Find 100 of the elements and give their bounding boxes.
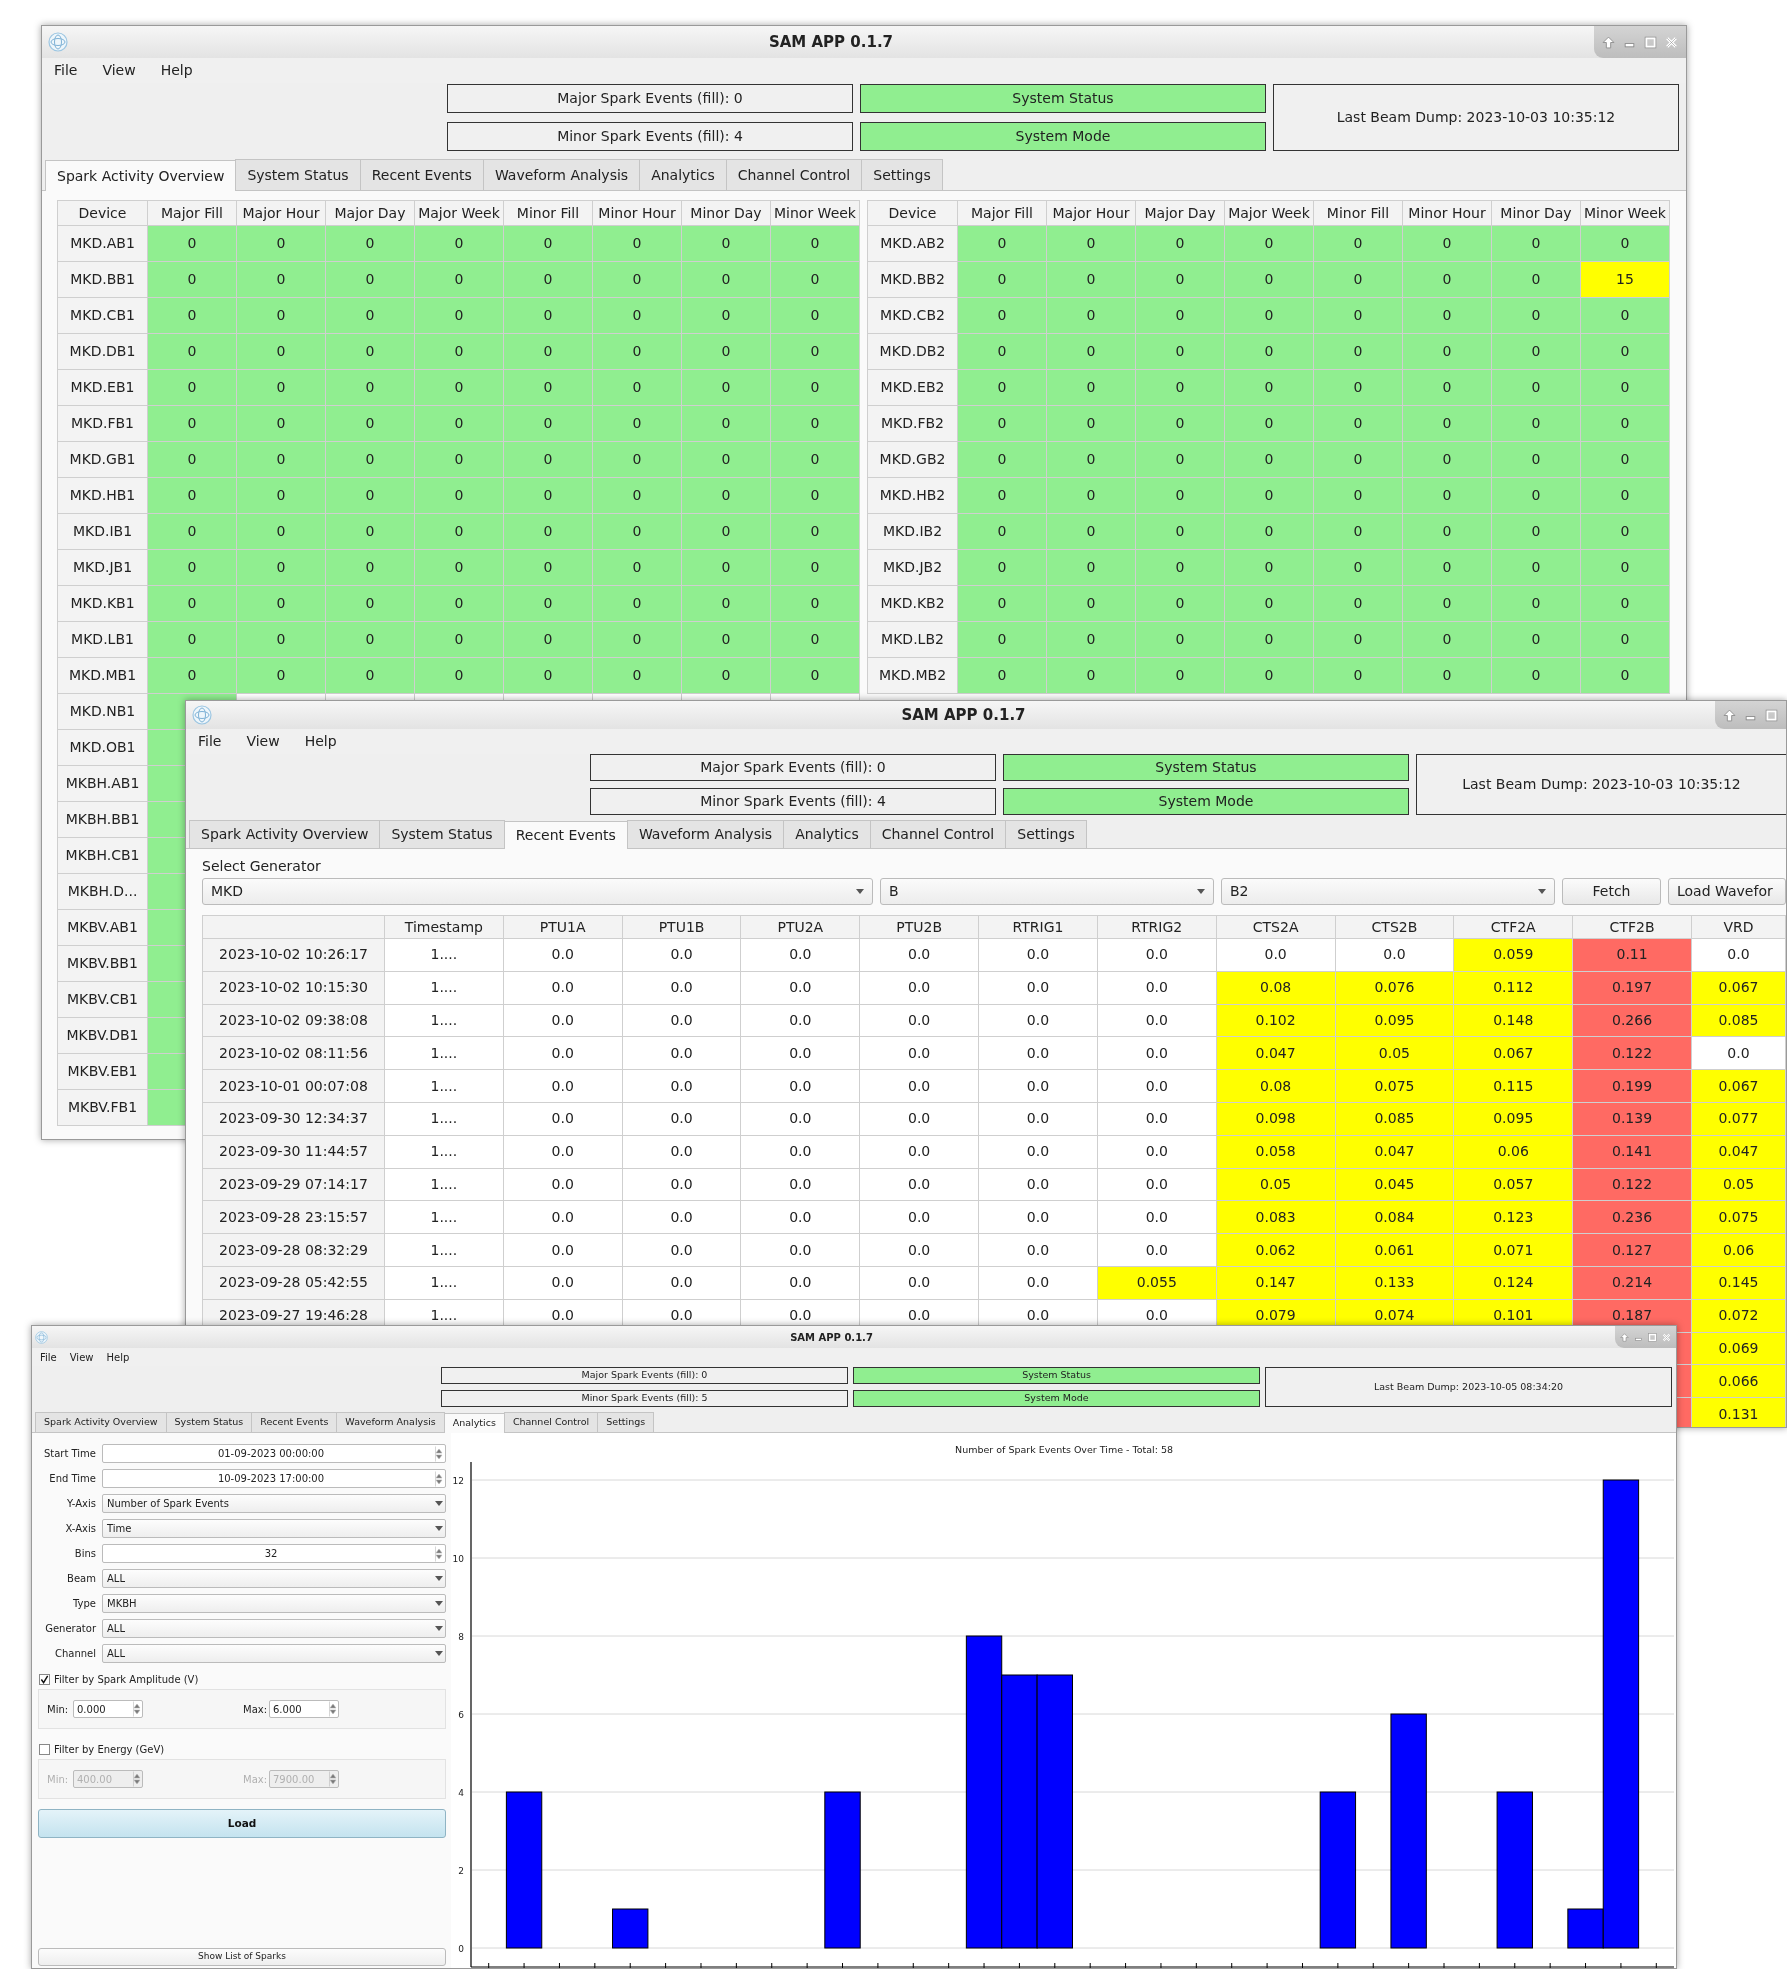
column-header: VRD <box>1691 915 1786 939</box>
tab[interactable]: System Status <box>379 820 505 848</box>
table-cell: 0.0 <box>978 1135 1098 1169</box>
dropdown[interactable]: ALL <box>102 1619 446 1638</box>
spin-box[interactable]: 10-09-2023 17:00:00 <box>102 1469 446 1488</box>
show-list-button[interactable]: Show List of Sparks <box>38 1948 446 1966</box>
table-cell: 0.0 <box>740 1266 860 1300</box>
action-button[interactable]: Load Wavefor <box>1668 878 1786 905</box>
menu-item[interactable]: File <box>198 731 222 752</box>
maximize-icon[interactable] <box>1648 1332 1657 1342</box>
load-button[interactable]: Load <box>38 1809 446 1838</box>
tab[interactable]: Waveform Analysis <box>626 820 785 848</box>
tab[interactable]: Spark Activity Overview <box>45 160 237 191</box>
table-cell: 0.0 <box>622 1200 741 1234</box>
menu-item[interactable]: File <box>54 60 78 81</box>
table-cell: 0.076 <box>1335 971 1454 1005</box>
row-header: MKD.OB1 <box>57 729 148 766</box>
maximize-icon[interactable] <box>1765 708 1778 722</box>
checkbox[interactable] <box>39 1743 50 1755</box>
menu-item[interactable]: View <box>69 1349 94 1365</box>
table-cell: 0.0 <box>859 971 979 1005</box>
table-cell: 0 <box>236 261 326 298</box>
menu-item[interactable]: Help <box>160 60 193 81</box>
menu-item[interactable]: View <box>246 731 280 752</box>
row-header: MKBV.FB1 <box>57 1089 148 1126</box>
tab[interactable]: Channel Control <box>503 1412 599 1432</box>
spin-arrows-icon <box>329 1771 337 1787</box>
counter-display: Major Spark Events (fill): 0 <box>447 84 853 113</box>
table-cell: 0.095 <box>1453 1102 1573 1136</box>
table-cell: 0 <box>1135 477 1225 514</box>
table-cell: 0 <box>681 585 771 622</box>
tab[interactable]: Channel Control <box>869 820 1007 848</box>
table-cell: 0 <box>1224 441 1314 478</box>
row-header: MKD.BB2 <box>867 261 958 298</box>
dropdown[interactable]: MKD <box>202 878 873 905</box>
checkbox[interactable] <box>39 1673 50 1685</box>
tab[interactable]: Settings <box>597 1412 655 1432</box>
tab[interactable]: Recent Events <box>503 821 628 849</box>
row-header: MKD.BB1 <box>57 261 148 298</box>
dropdown[interactable]: ALL <box>102 1644 446 1663</box>
table-cell: 0.0 <box>1097 1233 1217 1267</box>
column-header: Device <box>867 200 958 226</box>
tab[interactable]: Recent Events <box>359 159 484 190</box>
table-cell: 0 <box>236 225 326 262</box>
table-cell: 0.0 <box>622 1135 741 1169</box>
dropdown[interactable]: B2 <box>1221 878 1555 905</box>
table-cell: 0.047 <box>1335 1135 1454 1169</box>
field-label: Min: <box>47 1702 70 1717</box>
table-cell: 0 <box>503 657 593 694</box>
table-cell: 0 <box>147 585 237 622</box>
tab[interactable]: Analytics <box>639 159 727 190</box>
table-cell: 0 <box>1580 297 1670 334</box>
tab[interactable]: Waveform Analysis <box>336 1412 445 1432</box>
action-button[interactable]: Fetch <box>1562 878 1661 905</box>
table-cell: 0 <box>503 621 593 658</box>
close-icon[interactable] <box>1662 1332 1671 1342</box>
spin-box[interactable]: 0.000 <box>73 1700 143 1718</box>
table-cell: 0.0 <box>740 1135 860 1169</box>
spin-box[interactable]: 6.000 <box>269 1700 339 1718</box>
menu-item[interactable]: Help <box>304 731 337 752</box>
tab[interactable]: Settings <box>1005 820 1087 848</box>
dropdown[interactable]: B <box>880 878 1214 905</box>
maximize-icon[interactable] <box>1644 35 1657 49</box>
spin-box[interactable]: 32 <box>102 1544 446 1563</box>
tab[interactable]: Settings <box>861 159 943 190</box>
spin-box[interactable]: 01-09-2023 00:00:00 <box>102 1444 446 1463</box>
table-cell: 0.0 <box>622 938 741 972</box>
table-cell: 0.147 <box>1216 1266 1336 1300</box>
tab[interactable]: Waveform Analysis <box>482 159 641 190</box>
table-cell: 0.0 <box>978 1102 1098 1136</box>
table-cell: 0 <box>236 333 326 370</box>
dropdown[interactable]: Time <box>102 1519 446 1538</box>
row-header: MKD.GB2 <box>867 441 958 478</box>
tab[interactable]: Spark Activity Overview <box>189 820 381 848</box>
table-cell: 0 <box>414 441 504 478</box>
table-cell: 0.0 <box>859 1233 979 1267</box>
tab[interactable]: Recent Events <box>251 1412 338 1432</box>
dropdown[interactable]: MKBH <box>102 1594 446 1613</box>
table-cell: 0.067 <box>1453 1036 1573 1070</box>
tab[interactable]: Analytics <box>443 1413 505 1433</box>
tab[interactable]: System Status <box>235 159 361 190</box>
field-label: Select Generator <box>202 857 322 876</box>
table-cell: 0 <box>1224 513 1314 550</box>
tab[interactable]: Analytics <box>783 820 871 848</box>
table-cell: 1.... <box>384 1168 504 1201</box>
tab[interactable]: Spark Activity Overview <box>35 1412 167 1432</box>
dropdown[interactable]: Number of Spark Events <box>102 1494 446 1513</box>
up-arrow-icon[interactable] <box>1620 1332 1629 1342</box>
tab[interactable]: Channel Control <box>725 159 863 190</box>
up-arrow-icon[interactable] <box>1602 35 1615 49</box>
table-cell: 0.0 <box>859 1266 979 1300</box>
dropdown[interactable]: ALL <box>102 1569 446 1588</box>
tab[interactable]: System Status <box>165 1412 253 1432</box>
row-header: MKD.HB2 <box>867 477 958 514</box>
up-arrow-icon[interactable] <box>1723 708 1736 722</box>
menu-item[interactable]: Help <box>106 1349 130 1365</box>
table-cell: 0.124 <box>1453 1266 1573 1300</box>
menu-item[interactable]: File <box>40 1349 57 1365</box>
menu-item[interactable]: View <box>102 60 136 81</box>
table-cell: 0 <box>236 585 326 622</box>
